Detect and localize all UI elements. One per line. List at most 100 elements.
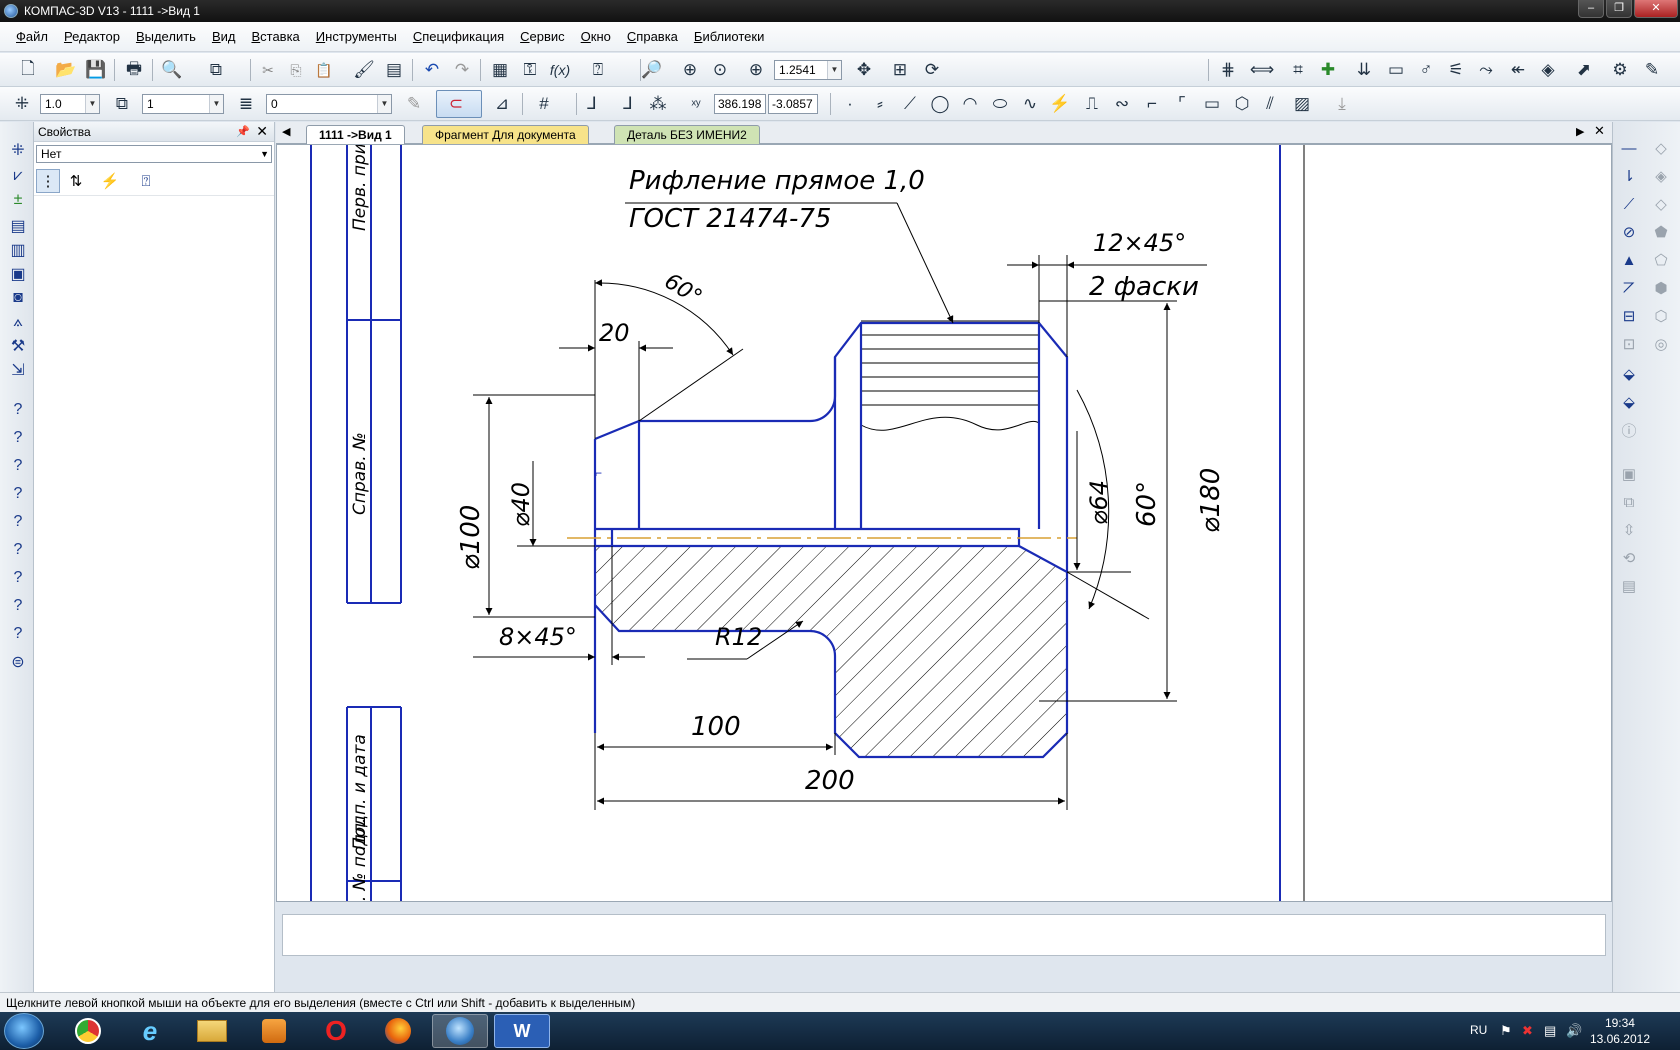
parallel-line-icon[interactable]: ⇂ [1617,164,1641,188]
query-curve-icon[interactable]: ? [6,482,30,506]
layer-icon[interactable]: ≣ [234,92,258,116]
coord-x-field[interactable]: 386.198 [714,94,766,114]
cut-icon[interactable]: ✂ [256,58,280,82]
fix-point-icon[interactable]: ▲ [1617,248,1641,272]
layer-combo[interactable]: 0 ▼ [266,94,392,114]
zoom-frame-icon[interactable]: 🔎 [640,58,664,82]
query-length-icon[interactable]: ? [6,510,30,534]
shape-3d-8-icon[interactable]: ◎ [1649,332,1673,356]
query-perimeter-icon[interactable]: ? [6,566,30,590]
clock[interactable]: 19:34 13.06.2012 [1590,1015,1650,1047]
layer-style-icon[interactable]: ✎ [402,92,426,116]
spec-tool-icon[interactable]: ⚒ [6,334,30,358]
dimensions-icon[interactable]: ⩗ [6,164,30,188]
associative-views-icon[interactable]: ⟑ [6,310,30,334]
chamfer-icon[interactable]: ⌐ [1140,92,1164,116]
shape-3d-1-icon[interactable]: ◇ [1649,136,1673,160]
explorer-icon[interactable] [184,1014,240,1048]
hatch-area-icon[interactable]: ▨ [1290,92,1314,116]
brush-icon[interactable]: ✎ [1640,58,1664,82]
hatch-icon[interactable]: ⚡ [1048,92,1072,116]
spec-icon[interactable]: ⤳ [1474,58,1498,82]
parametrize-icon[interactable]: ⇊ [1352,58,1376,82]
zoom-in-icon[interactable]: ⊕ [678,58,702,82]
volume-icon[interactable]: 🔊 [1566,1023,1582,1039]
shape-3d-5-icon[interactable]: ⬠ [1649,248,1673,272]
geometry-panel-icon[interactable]: ⋕ [1216,58,1240,82]
shape-3d-4-icon[interactable]: ⬟ [1649,220,1673,244]
reports-tool-icon[interactable]: ⇲ [6,358,30,382]
reports-icon[interactable]: ↞ [1506,58,1530,82]
properties-list-icon[interactable]: ⋮ [36,169,60,193]
orthogonal-icon[interactable]: ⅃ [616,92,640,116]
chevron-down-icon[interactable]: ▼ [827,61,841,79]
print-preview-icon[interactable]: 🔍 [160,58,184,82]
media-player-icon[interactable] [246,1014,302,1048]
save-icon[interactable]: 💾 [84,58,108,82]
zoom-scale-icon[interactable]: ⊕ [744,58,768,82]
circle-tangent-icon[interactable]: ⊘ [1617,220,1641,244]
menu-libraries[interactable]: Библиотеки [686,29,772,44]
properties-object-select[interactable]: Нет ▼ [36,145,272,163]
step-combo[interactable]: 1.0 ▼ [40,94,100,114]
query-mass-icon[interactable]: ? [6,594,30,618]
shape-3d-6-icon[interactable]: ⬢ [1649,276,1673,300]
format-brush-icon[interactable]: 🖌 [352,58,376,82]
edit-icon[interactable]: ▤ [6,214,30,238]
regenerate-icon[interactable]: ⊞ [888,58,912,82]
zoom-combo[interactable]: 1.2541 ▼ [774,60,842,80]
shape-3d-3-icon[interactable]: ◇ [1649,192,1673,216]
close-icon[interactable]: ✕ [256,123,268,140]
aux-line-icon[interactable]: ⸗ [868,92,892,116]
menu-tools[interactable]: Инструменты [308,29,405,44]
select-panel-icon[interactable]: ♂ [1414,58,1438,82]
manager-icon[interactable]: ▦ [488,58,512,82]
chevron-down-icon[interactable]: ▼ [85,95,99,113]
paste-icon[interactable]: 📋 [312,58,336,82]
move-view-icon[interactable]: ⇳ [1617,518,1641,542]
equidistant-icon[interactable]: ⫽ [1258,92,1282,116]
shape-3d-2-icon[interactable]: ◈ [1649,164,1673,188]
measurements-icon[interactable]: ▣ [6,262,30,286]
pin-icon[interactable]: 📌 [236,125,250,138]
shape-3d-7-icon[interactable]: ⬡ [1649,304,1673,328]
circle-icon[interactable]: ◯ [928,92,952,116]
help-icon[interactable]: ⍰ [134,169,158,193]
view-options-icon[interactable]: ▣ [1617,462,1641,486]
menu-insert[interactable]: Вставка [243,29,307,44]
polygon-icon[interactable]: ⬡ [1230,92,1254,116]
redo-icon[interactable]: ↷ [450,58,474,82]
chrome-icon[interactable] [60,1014,116,1048]
dimensions-panel-icon[interactable]: ⟺ [1250,58,1274,82]
tab-scroll-right-icon[interactable]: ▶ [1576,125,1584,138]
maximize-button[interactable]: ❐ [1606,0,1632,18]
associative-view-icon[interactable]: ⚟ [1444,58,1468,82]
bezier-icon[interactable]: ∾ [1110,92,1134,116]
context-help-icon[interactable]: ⍰ [586,58,610,82]
open-folder-icon[interactable]: 📂 [54,58,78,82]
query-hatch-icon[interactable]: ? [6,622,30,646]
align-points-icon[interactable]: ⊡ [1617,332,1641,356]
cursor-step-icon[interactable]: ⁜ [10,92,34,116]
snap-settings-icon[interactable]: ⬙ [1617,362,1641,386]
query-area-icon[interactable]: ? [6,538,30,562]
copy-view-icon[interactable]: ⧉ [1617,490,1641,514]
query-object-icon[interactable]: ⊜ [6,650,30,674]
function-icon[interactable]: f(x) [548,58,572,82]
word-icon[interactable]: W [494,1014,550,1048]
info-icon[interactable]: ⓘ [1617,418,1641,442]
ellipse-icon[interactable]: ⬭ [988,92,1012,116]
fillet-icon[interactable]: ⌜ [1170,92,1194,116]
refresh-icon[interactable]: ⟳ [920,58,944,82]
kompas-icon[interactable] [432,1014,488,1048]
segment-icon[interactable]: ⟋ [898,92,922,116]
sort-icon[interactable]: ⇅ [64,169,88,193]
spline-icon[interactable]: ∿ [1018,92,1042,116]
fixed-dimension-icon[interactable]: ⊟ [1617,304,1641,328]
snaps-icon[interactable]: ⁂ [646,92,670,116]
pan-icon[interactable]: ✥ [852,58,876,82]
menu-specification[interactable]: Спецификация [405,29,512,44]
point-icon[interactable]: · [838,92,862,116]
settings-icon[interactable]: ⚙ [1608,58,1632,82]
geometry-icon[interactable]: ⁜ [6,138,30,162]
